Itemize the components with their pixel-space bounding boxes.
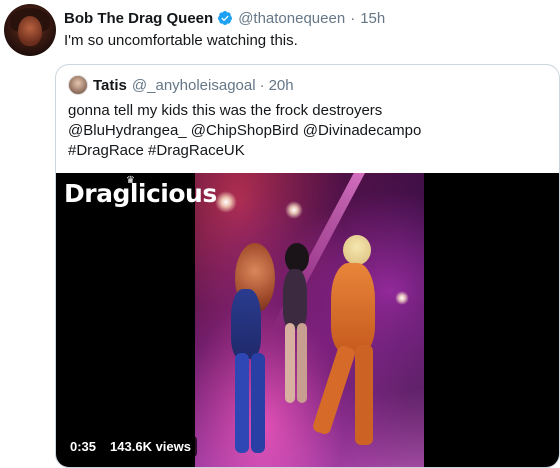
avatar-face <box>18 16 42 46</box>
tweet-header: Bob The Drag Queen @thatonequeen · 15h <box>64 8 385 28</box>
separator-dot: · <box>350 9 356 27</box>
video-logo-text: Draglicious <box>64 179 217 208</box>
author-name[interactable]: Bob The Drag Queen <box>64 10 213 27</box>
quoted-author-handle: @_anyholeisagoal <box>131 76 256 94</box>
quoted-avatar <box>68 75 88 95</box>
stage-light <box>215 191 237 213</box>
quoted-text-line: #DragRace #DragRaceUK <box>68 142 245 159</box>
video-view-count: 143.6K views <box>104 435 197 457</box>
tweet-text: I'm so uncomfortable watching this. <box>64 32 298 49</box>
tweet-time[interactable]: 15h <box>360 10 385 27</box>
tweet: Bob The Drag Queen @thatonequeen · 15h I… <box>0 0 560 468</box>
video-elapsed-time: 0:35 <box>64 435 103 457</box>
quoted-time: 20h <box>268 76 294 94</box>
video-logo: Draglicious ♛ <box>64 175 217 208</box>
quoted-tweet[interactable]: Tatis @_anyholeisagoal · 20h gonna tell … <box>55 64 560 468</box>
crown-icon: ♛ <box>126 175 135 186</box>
video-player[interactable]: Draglicious ♛ 0:35 143.6K views <box>56 173 559 467</box>
author-avatar[interactable] <box>4 4 56 56</box>
quoted-text: gonna tell my kids this was the frock de… <box>68 101 548 161</box>
verified-badge-icon <box>217 10 233 26</box>
quoted-separator-dot: · <box>259 76 265 94</box>
quoted-text-line: gonna tell my kids this was the frock de… <box>68 102 383 119</box>
quoted-header: Tatis @_anyholeisagoal · 20h <box>68 75 294 95</box>
video-frame <box>195 173 424 467</box>
stage-light <box>285 201 303 219</box>
quoted-author-name: Tatis <box>93 76 127 94</box>
quoted-text-line: @BluHydrangea_ @ChipShopBird @Divinadeca… <box>68 122 422 139</box>
stage-light <box>395 291 409 305</box>
author-handle[interactable]: @thatonequeen <box>238 10 345 27</box>
video-stats: 0:35 143.6K views <box>64 435 197 457</box>
